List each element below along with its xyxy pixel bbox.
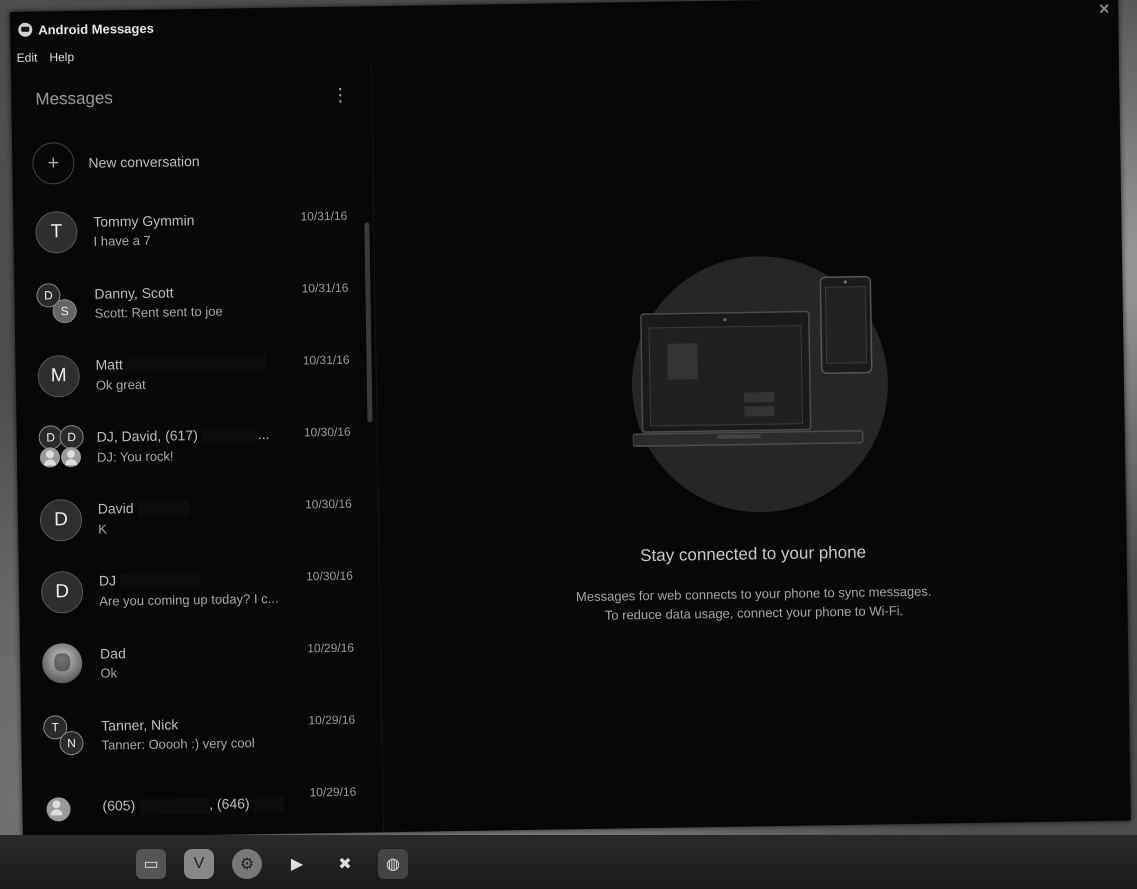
conversation-name-text: David xyxy=(97,499,134,517)
new-conversation-button[interactable]: + New conversation xyxy=(12,126,373,196)
conversation-item[interactable]: T Tommy Gymmin I have a 7 10/31/16 xyxy=(13,191,362,268)
conversation-date: 10/30/16 xyxy=(303,424,351,440)
conversation-date: 10/31/16 xyxy=(302,352,350,368)
conversation-item[interactable]: M Matt Ok great 10/31/16 xyxy=(15,334,364,411)
steam-icon[interactable]: ⚙ xyxy=(232,849,262,879)
avatar: D xyxy=(40,569,86,614)
avatar-letter: D xyxy=(39,498,83,542)
conversation-item[interactable]: T N Tanner, Nick Tanner: Ooooh :) very c… xyxy=(21,694,370,771)
devices-illustration xyxy=(631,256,888,513)
conversation-date: 10/29/16 xyxy=(308,712,356,728)
avatar-letter: M xyxy=(37,354,81,398)
person-icon xyxy=(46,797,71,822)
avatar-photo xyxy=(41,642,83,684)
conversation-snippet: Ok xyxy=(100,664,118,681)
content-area: Messages ⋮ + New conversation T Tommy Gy… xyxy=(10,51,1131,838)
avatar xyxy=(44,785,89,830)
conversation-date: 10/29/16 xyxy=(307,640,355,656)
redaction-bar xyxy=(126,355,267,374)
empty-state-description: Messages for web connects to your phone … xyxy=(380,579,1128,629)
avatar: T xyxy=(35,209,80,254)
conversation-snippet: Tanner: Ooooh :) very cool xyxy=(101,734,255,753)
android-messages-icon[interactable]: ◍ xyxy=(378,849,408,879)
android-messages-icon xyxy=(18,22,33,37)
conversation-date: 10/29/16 xyxy=(309,784,357,800)
avatar-letter: D xyxy=(59,424,84,450)
conversation-snippet: K xyxy=(98,521,107,537)
conversation-name-text: (605) xyxy=(102,797,136,814)
person-icon xyxy=(60,446,82,468)
app-window: Android Messages ✕ Edit Help Messages ⋮ … xyxy=(10,0,1131,838)
avatar-letter: T xyxy=(35,210,78,254)
conversation-name-tail: , (646) xyxy=(209,795,250,813)
play-store-icon[interactable]: ▶ xyxy=(282,849,312,879)
close-button[interactable]: ✕ xyxy=(1098,1,1110,18)
conversation-name-ellipsis: ... xyxy=(257,425,270,443)
group-avatar: T N xyxy=(43,713,88,758)
conversation-date: 10/31/16 xyxy=(300,208,348,224)
redaction-bar xyxy=(139,797,210,815)
avatar-letter: D xyxy=(40,570,84,614)
conversation-item[interactable]: Dad Ok 10/29/16 xyxy=(20,622,369,699)
sidebar-header: Messages ⋮ xyxy=(11,62,372,132)
file-manager-icon[interactable]: ▭ xyxy=(136,849,166,879)
window-title: Android Messages xyxy=(38,20,154,38)
conversation-date: 10/31/16 xyxy=(301,280,349,296)
main-pane: Stay connected to your phone Messages fo… xyxy=(372,51,1131,833)
avatar: D xyxy=(39,497,85,542)
avatar: M xyxy=(37,353,82,398)
conversation-date: 10/30/16 xyxy=(306,568,354,584)
conversation-name-text: DJ, David, (617) xyxy=(96,426,198,445)
redaction-bar xyxy=(137,500,190,518)
conversation-snippet: Scott: Rent sent to joe xyxy=(94,303,223,321)
group-avatar: D D xyxy=(38,424,84,470)
group-avatar: D S xyxy=(36,281,81,326)
redaction-bar xyxy=(201,427,258,445)
conversation-name-text: DJ xyxy=(98,572,117,589)
conversation-date: 10/30/16 xyxy=(304,496,352,512)
plus-icon: + xyxy=(32,142,75,185)
conversation-list: T Tommy Gymmin I have a 7 10/31/16 D S D… xyxy=(13,191,371,838)
conversation-item[interactable]: D David K 10/30/16 xyxy=(17,478,366,555)
conversation-snippet: DJ: You rock! xyxy=(96,448,174,465)
person-icon xyxy=(39,447,61,468)
avatar-letter: S xyxy=(52,298,77,324)
conversation-snippet: I have a 7 xyxy=(93,232,151,249)
conversation-sidebar: Messages ⋮ + New conversation T Tommy Gy… xyxy=(10,62,384,838)
redaction-bar xyxy=(119,572,201,590)
more-options-icon[interactable]: ⋮ xyxy=(331,85,349,105)
vivaldi-icon[interactable]: V xyxy=(184,849,214,879)
conversation-snippet: Are you coming up today? I c... xyxy=(99,590,279,609)
menu-edit[interactable]: Edit xyxy=(17,51,38,65)
new-conversation-label: New conversation xyxy=(88,153,200,171)
conversation-item[interactable]: (605) , (646) 10/29/16 xyxy=(22,766,371,837)
conversation-snippet: Ok great xyxy=(95,377,146,393)
redaction-bar xyxy=(253,796,284,813)
conversation-item[interactable]: D DJ Are you coming up today? I c... 10/… xyxy=(19,550,368,627)
conversation-item[interactable]: D S Danny, Scott Scott: Rent sent to joe… xyxy=(14,263,363,340)
menu-help[interactable]: Help xyxy=(49,50,74,64)
tools-icon[interactable]: ✖ xyxy=(330,849,360,879)
avatar-letter: N xyxy=(59,730,84,756)
sidebar-scrollbar[interactable] xyxy=(364,222,373,423)
sidebar-title: Messages xyxy=(35,88,113,109)
empty-state-title: Stay connected to your phone xyxy=(640,542,867,566)
conversation-item[interactable]: D D DJ, David, (617)... DJ: You rock! 10… xyxy=(16,406,365,483)
avatar xyxy=(41,641,87,686)
conversation-name-text: Matt xyxy=(95,356,123,373)
taskbar: ▭ V ⚙ ▶ ✖ ◍ xyxy=(0,835,1137,889)
